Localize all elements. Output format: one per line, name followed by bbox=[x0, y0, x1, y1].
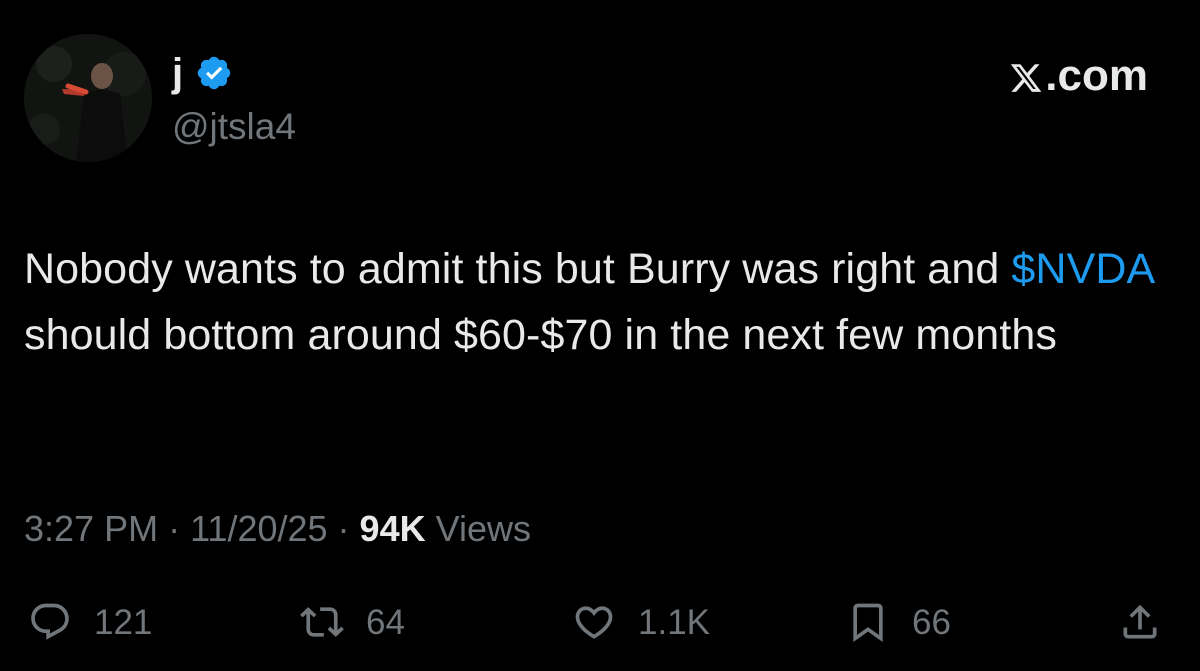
bookmark-icon bbox=[853, 603, 883, 643]
tweet-date[interactable]: 11/20/25 bbox=[190, 508, 327, 549]
cashtag-link[interactable]: $NVDA bbox=[1011, 245, 1153, 293]
action-bar: 121 64 1.1K 66 bbox=[0, 594, 1200, 650]
avatar[interactable] bbox=[24, 34, 152, 162]
share-icon bbox=[1123, 604, 1157, 639]
meta-separator: · bbox=[327, 508, 360, 549]
tweet-text-before: Nobody wants to admit this but Burry was… bbox=[24, 245, 1012, 293]
tweet-card: j @jtsla4 .com Nobody wants to admit thi… bbox=[0, 0, 1200, 671]
like-count: 1.1K bbox=[638, 602, 710, 642]
share-button[interactable] bbox=[1118, 594, 1162, 650]
display-name-row: j bbox=[172, 50, 233, 96]
tweet-meta: 3:27 PM · 11/20/25 · 94K Views bbox=[24, 506, 531, 552]
bookmark-count: 66 bbox=[912, 602, 951, 642]
verified-badge-icon bbox=[195, 54, 233, 92]
repost-icon bbox=[300, 607, 344, 637]
bookmark-button[interactable]: 66 bbox=[846, 594, 951, 650]
reply-icon bbox=[31, 603, 69, 640]
heart-icon bbox=[575, 606, 613, 639]
meta-separator: · bbox=[158, 508, 191, 549]
repost-count: 64 bbox=[366, 602, 405, 642]
user-handle[interactable]: @jtsla4 bbox=[172, 108, 296, 145]
repost-button[interactable]: 64 bbox=[300, 594, 405, 650]
like-button[interactable]: 1.1K bbox=[572, 594, 710, 650]
x-logo-icon bbox=[1009, 59, 1043, 93]
display-name[interactable]: j bbox=[172, 53, 183, 93]
tweet-time[interactable]: 3:27 PM bbox=[24, 508, 158, 549]
avatar-image bbox=[24, 34, 152, 162]
reply-count: 121 bbox=[94, 602, 153, 642]
views-count: 94K bbox=[359, 508, 426, 549]
x-brand-watermark: .com bbox=[1009, 54, 1148, 98]
views-label: Views bbox=[425, 508, 531, 549]
tweet-text: Nobody wants to admit this but Burry was… bbox=[24, 236, 1174, 368]
reply-button[interactable]: 121 bbox=[28, 594, 152, 650]
brand-domain: .com bbox=[1045, 51, 1148, 100]
tweet-text-after: should bottom around $60-$70 in the next… bbox=[24, 311, 1057, 359]
